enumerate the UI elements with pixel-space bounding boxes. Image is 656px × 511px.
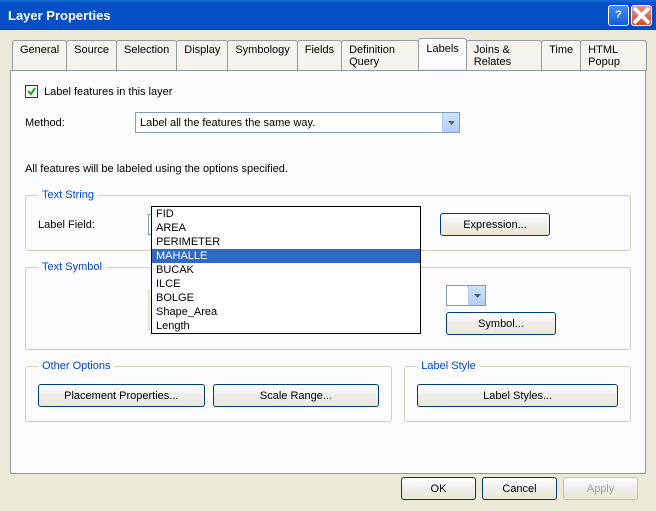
window-title: Layer Properties [8,8,111,23]
label-features-label: Label features in this layer [44,86,172,98]
info-text: All features will be labeled using the o… [25,163,631,175]
help-button[interactable]: ? [608,5,629,26]
tab-fields[interactable]: Fields [297,40,342,71]
method-value: Label all the features the same way. [140,117,315,129]
expression-button[interactable]: Expression... [440,213,550,236]
chevron-down-icon [442,113,459,132]
list-item[interactable]: FID [152,207,420,221]
other-options-group: Other Options Placement Properties... Sc… [25,360,392,422]
text-symbol-legend: Text Symbol [38,261,106,273]
tab-time[interactable]: Time [541,40,581,71]
method-select[interactable]: Label all the features the same way. [135,112,460,133]
list-item[interactable]: AREA [152,221,420,235]
apply-button[interactable]: Apply [563,477,638,500]
list-item[interactable]: ILCE [152,277,420,291]
tab-source[interactable]: Source [66,40,117,71]
list-item[interactable]: BUCAK [152,263,420,277]
chevron-down-icon [468,286,485,305]
list-item[interactable]: Shape_Area [152,305,420,319]
tab-general[interactable]: General [12,40,67,71]
tab-selection[interactable]: Selection [116,40,177,71]
close-button[interactable] [631,5,652,26]
tab-display[interactable]: Display [176,40,228,71]
text-string-legend: Text String [38,189,98,201]
other-options-legend: Other Options [38,360,114,372]
symbol-button[interactable]: Symbol... [446,312,556,335]
tab-definition-query[interactable]: Definition Query [341,40,419,71]
placement-properties-button[interactable]: Placement Properties... [38,384,205,407]
list-item[interactable]: MAHALLE [152,249,420,263]
tab-labels[interactable]: Labels [418,38,466,69]
scale-range-button[interactable]: Scale Range... [213,384,380,407]
ok-button[interactable]: OK [401,477,476,500]
label-style-legend: Label Style [417,360,479,372]
tab-symbology[interactable]: Symbology [227,40,297,71]
list-item[interactable]: Length [152,319,420,333]
title-bar: Layer Properties ? [0,0,656,30]
cancel-button[interactable]: Cancel [482,477,557,500]
label-field-label: Label Field: [38,219,138,231]
list-item[interactable]: PERIMETER [152,235,420,249]
label-field-dropdown[interactable]: FID AREA PERIMETER MAHALLE BUCAK ILCE BO… [151,206,421,334]
tab-html-popup[interactable]: HTML Popup [580,40,647,71]
method-label: Method: [25,117,125,129]
label-features-checkbox[interactable] [25,85,38,98]
tab-strip: General Source Selection Display Symbolo… [12,40,646,71]
font-size-select[interactable] [446,285,486,306]
list-item[interactable]: BOLGE [152,291,420,305]
tab-joins-relates[interactable]: Joins & Relates [466,40,542,71]
label-style-group: Label Style Label Styles... [404,360,631,422]
label-styles-button[interactable]: Label Styles... [417,384,618,407]
